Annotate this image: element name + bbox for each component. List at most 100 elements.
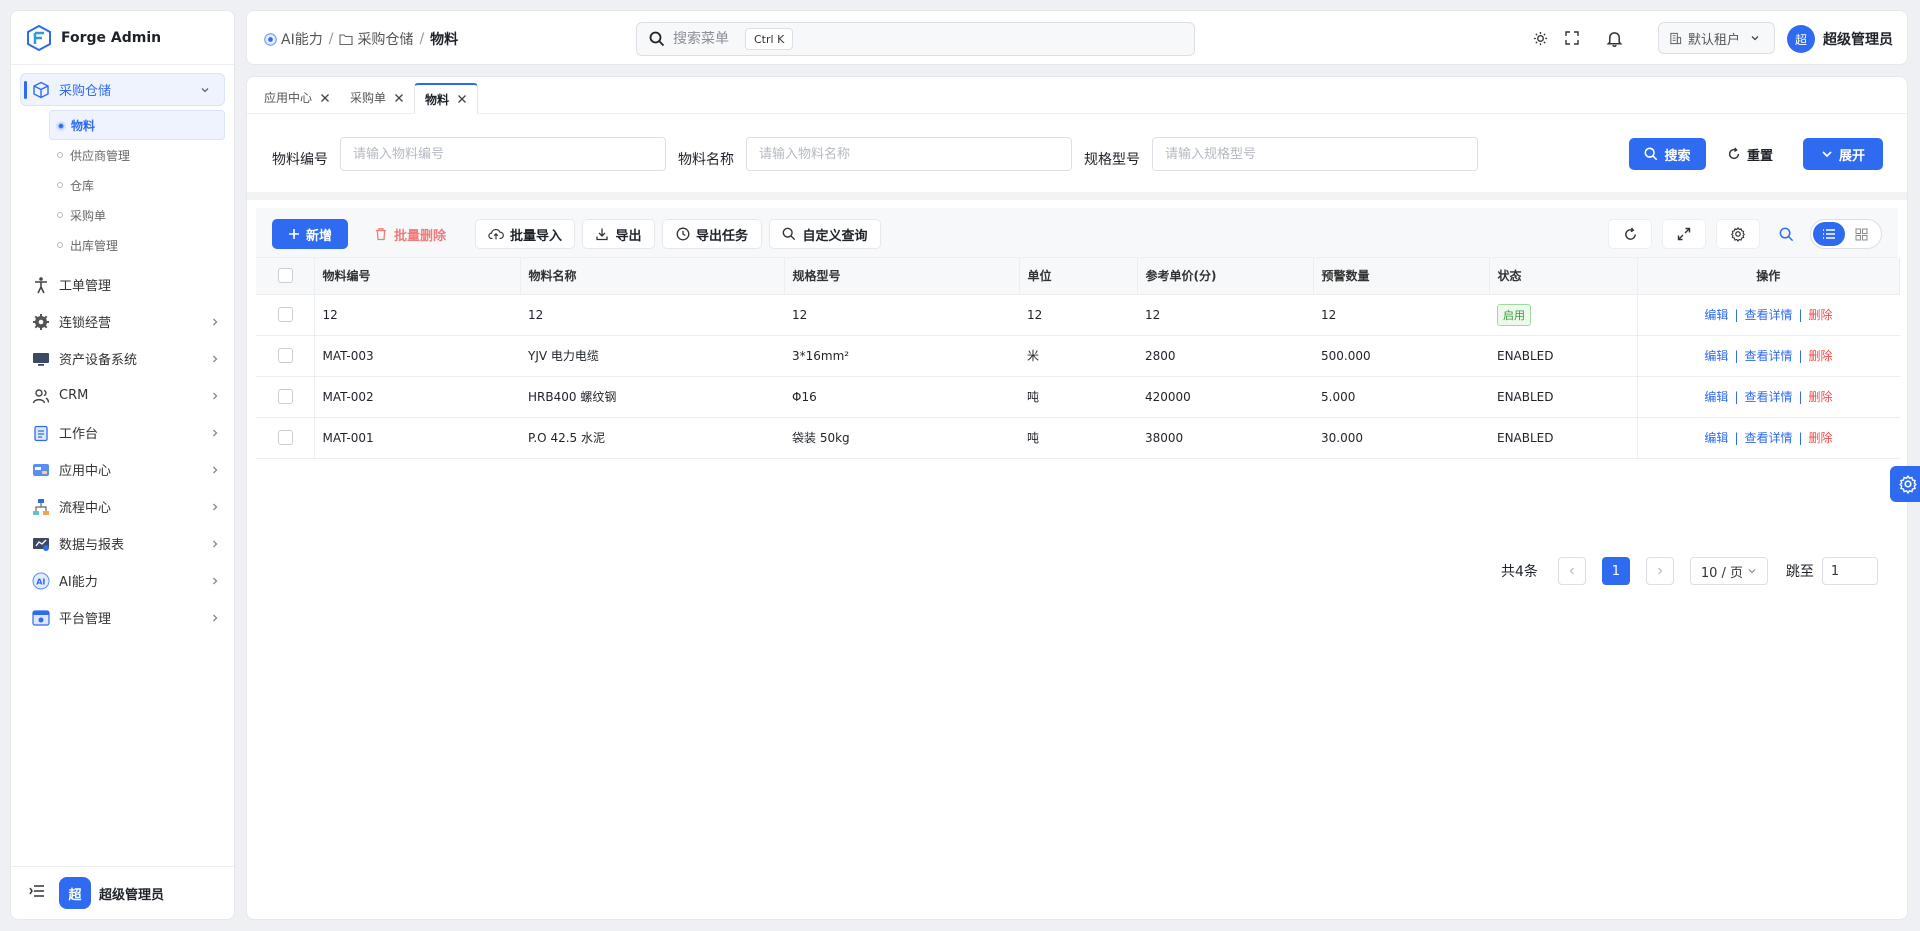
row-checkbox[interactable] [278,430,293,445]
detail-link[interactable]: 查看详情 [1744,349,1792,363]
sidebar-item-platform[interactable]: 平台管理 [11,599,234,636]
close-icon[interactable] [394,93,404,103]
breadcrumb-item[interactable]: AI能力 [281,29,323,49]
delete-link[interactable]: 删除 [1809,308,1833,322]
edit-link[interactable]: 编辑 [1704,349,1728,363]
sun-icon[interactable] [1531,29,1549,47]
add-button[interactable]: 新增 [272,219,348,249]
column-header[interactable]: 状态 [1489,258,1638,295]
subitem-label: 出库管理 [70,238,119,253]
row-checkbox[interactable] [278,348,293,363]
refresh-icon [1624,226,1636,240]
sidebar-item-flow[interactable]: 流程中心 [11,488,234,525]
refresh-button[interactable] [1608,219,1652,249]
batch-import-button[interactable]: 批量导入 [475,219,575,249]
delete-link[interactable]: 删除 [1809,431,1833,445]
bell-icon[interactable] [1605,29,1623,47]
tenant-select[interactable]: 默认租户 [1658,22,1775,54]
detail-link[interactable]: 查看详情 [1744,308,1792,322]
sidebar-item-reports[interactable]: 数据与报表 [11,525,234,562]
cell-unit: 12 [1019,294,1137,336]
detail-link[interactable]: 查看详情 [1744,431,1792,445]
sidebar-item-workorder[interactable]: 工单管理 [11,266,234,303]
close-icon[interactable] [320,93,330,103]
menu-search[interactable]: Ctrl K [636,22,1195,56]
cell-ops: 编辑 | 查看详情 | 删除 [1636,335,1900,377]
column-settings-button[interactable] [1716,219,1760,249]
material-code-input[interactable] [340,137,666,171]
search-input[interactable] [673,31,737,47]
sidebar-subitem-outbound[interactable]: 出库管理 [49,230,225,260]
gear-icon [32,313,50,331]
column-header[interactable]: 规格型号 [784,258,1020,295]
batch-delete-button[interactable]: 批量删除 [356,219,464,249]
edit-link[interactable]: 编辑 [1704,431,1728,445]
page-number-current[interactable]: 1 [1601,557,1630,585]
material-name-input[interactable] [746,137,1072,171]
export-button[interactable]: 导出 [582,219,655,249]
column-header[interactable]: 物料名称 [520,258,785,295]
sidebar-group-purchase[interactable]: 采购仓储 [20,73,225,106]
custom-query-label: 自定义查询 [802,228,868,244]
sidebar-group-label: 采购仓储 [59,84,112,99]
custom-query-button[interactable]: 自定义查询 [769,219,881,249]
collapse-menu-icon[interactable] [29,883,45,903]
jump-page-input[interactable] [1821,557,1878,585]
gear-icon [1899,474,1917,494]
sidebar-item-chain[interactable]: 连锁经营 [11,303,234,340]
spec-input[interactable] [1152,137,1478,171]
toggle-search-button[interactable] [1768,219,1804,249]
sidebar-item-appcenter[interactable]: 应用中心 [11,451,234,488]
sidebar-item-label: 流程中心 [59,501,112,516]
breadcrumb-item[interactable]: 采购仓储 [357,29,413,49]
select-all-checkbox[interactable] [278,268,293,284]
edit-link[interactable]: 编辑 [1704,390,1728,404]
sidebar-item-label: 连锁经营 [59,316,112,331]
delete-link[interactable]: 删除 [1809,390,1833,404]
brand[interactable]: Forge Admin [11,11,234,65]
grid-view-icon[interactable] [1845,222,1877,246]
export-tasks-button[interactable]: 导出任务 [662,219,762,249]
avatar: 超 [1787,25,1815,53]
op-separator: | [1734,431,1739,445]
clipboard-icon [32,424,50,442]
batch-import-label: 批量导入 [509,228,562,244]
sidebar-subitem-warehouse[interactable]: 仓库 [49,170,225,200]
sidebar-subitem-material[interactable]: 物料 [49,110,225,140]
tab-app-center[interactable]: 应用中心 [254,82,340,113]
list-view-icon[interactable] [1813,222,1845,246]
avatar[interactable]: 超 [59,877,91,909]
fullscreen-icon[interactable] [1563,29,1581,47]
detail-link[interactable]: 查看详情 [1744,390,1792,404]
chevron-down-icon [198,83,212,97]
reset-button[interactable]: 重置 [1714,138,1786,170]
column-header[interactable]: 预警数量 [1313,258,1490,295]
tab-material[interactable]: 物料 [414,83,479,114]
expand-button[interactable]: 展开 [1803,138,1883,170]
sidebar-item-ai[interactable]: AI AI能力 [11,562,234,599]
dot-icon [57,152,63,158]
user-menu[interactable]: 超 超级管理员 [1787,25,1893,53]
delete-link[interactable]: 删除 [1809,349,1833,363]
close-icon[interactable] [457,94,467,104]
sidebar-item-assets[interactable]: 资产设备系统 [11,340,234,377]
column-header[interactable]: 单位 [1019,258,1138,295]
search-button[interactable]: 搜索 [1629,138,1706,170]
column-header[interactable]: 物料编号 [314,258,521,295]
next-page-button[interactable] [1645,557,1674,585]
sidebar-subitem-purchase-order[interactable]: 采购单 [49,200,225,230]
prev-page-button[interactable] [1557,557,1586,585]
page-size-select[interactable]: 10 / 页 [1689,557,1768,585]
column-header[interactable]: 参考单价(分) [1137,258,1314,295]
fullscreen-button[interactable] [1662,219,1706,249]
edit-link[interactable]: 编辑 [1704,308,1728,322]
floating-settings-button[interactable] [1890,466,1920,502]
sidebar-item-crm[interactable]: CRM [11,377,234,414]
sidebar-item-workbench[interactable]: 工作台 [11,414,234,451]
row-checkbox[interactable] [278,389,293,404]
sidebar-subitem-supplier[interactable]: 供应商管理 [49,140,225,170]
cell-warn: 5.000 [1313,376,1489,418]
tab-purchase-order[interactable]: 采购单 [340,82,414,113]
filter-label-code: 物料编号 [272,152,328,168]
row-checkbox[interactable] [278,307,293,322]
